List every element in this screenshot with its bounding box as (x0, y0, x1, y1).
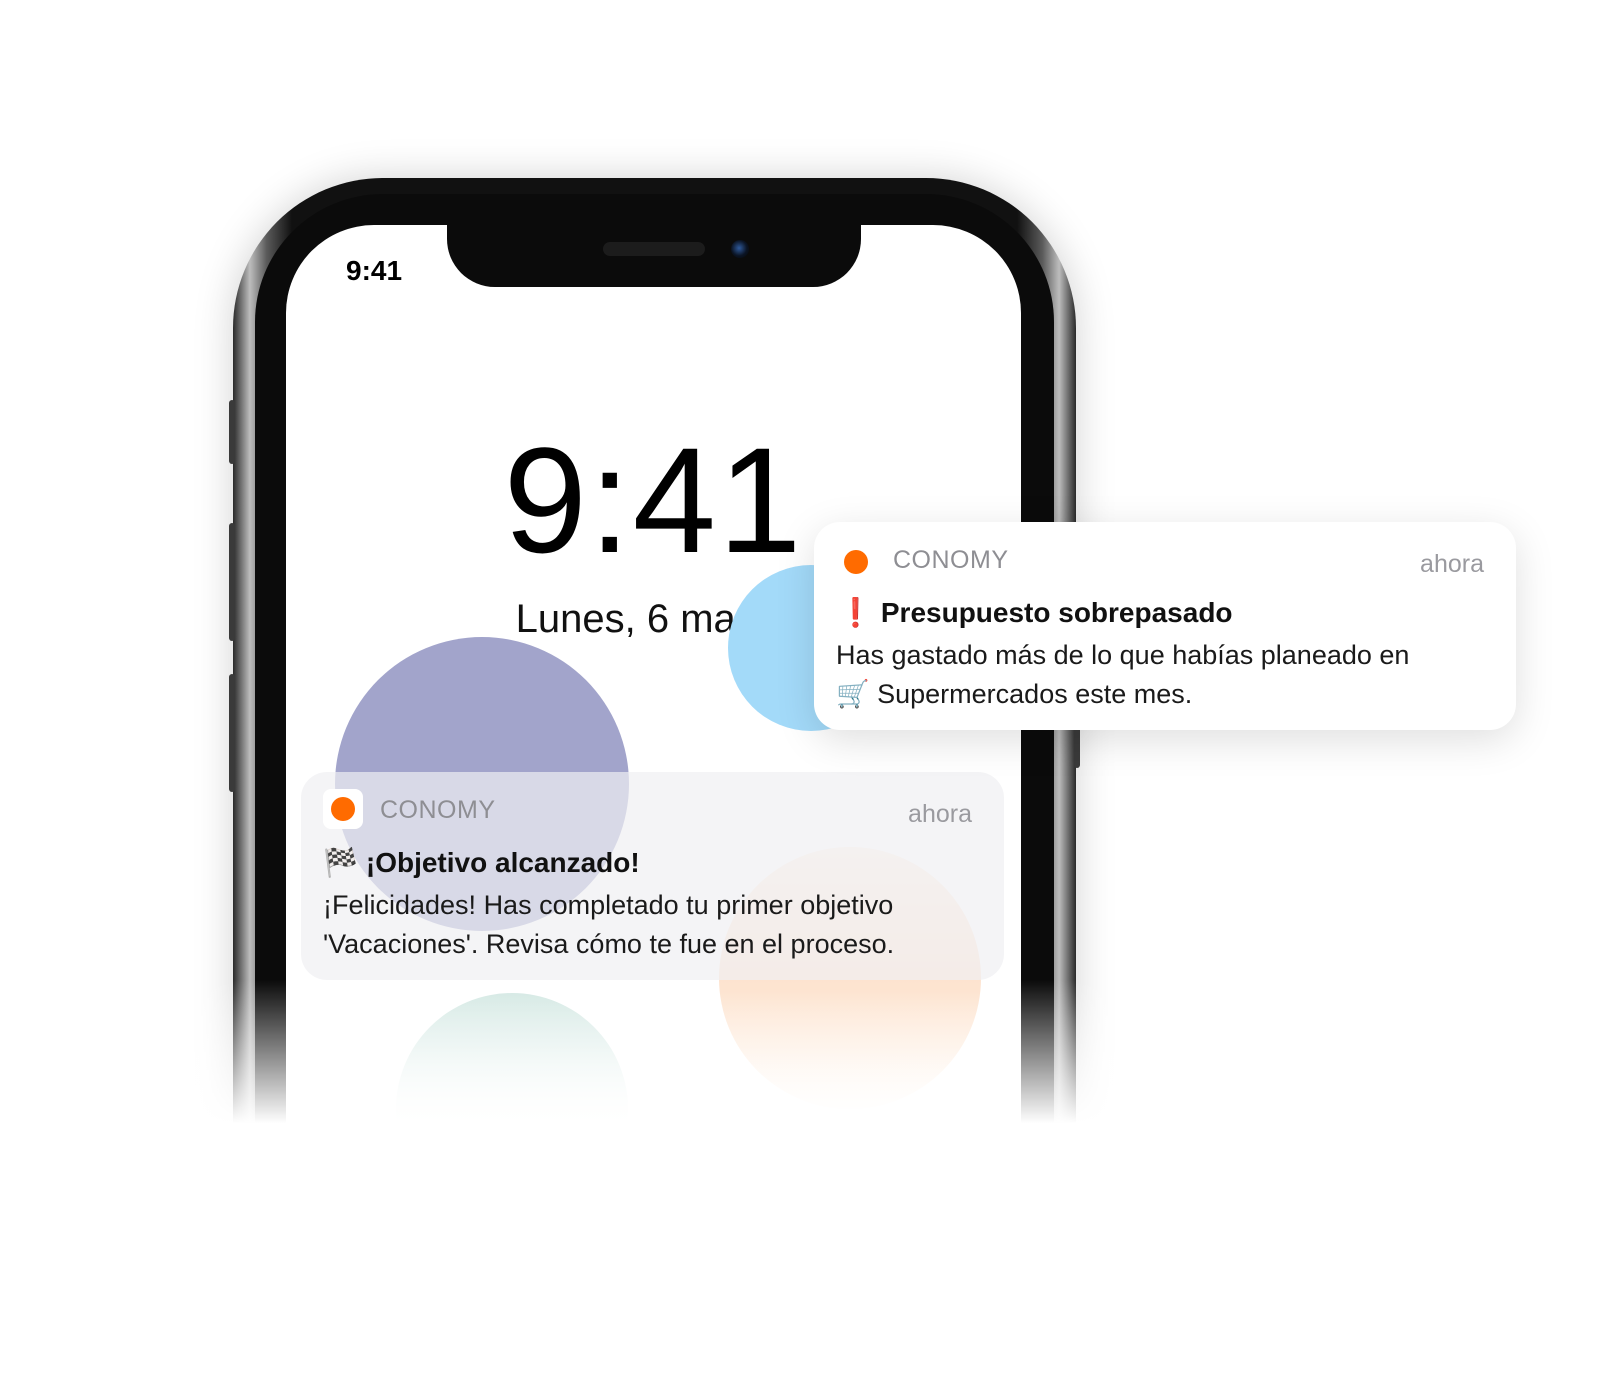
notification-body: Has gastado más de lo que habías planead… (836, 636, 1409, 714)
speaker-grille (603, 242, 705, 256)
bottom-fade (0, 980, 1602, 1390)
notification-app-name: CONOMY (893, 546, 1009, 574)
notification-body-line: Has gastado más de lo que habías planead… (836, 640, 1410, 670)
checkered-flag-icon: 🏁 (323, 847, 358, 878)
notification-goal-reached[interactable]: CONOMY ahora 🏁 ¡Objetivo alcanzado! ¡Feli… (301, 772, 1004, 980)
front-camera-icon (731, 240, 749, 258)
volume-down-button (229, 674, 235, 792)
notification-app-name: CONOMY (380, 796, 496, 824)
exclamation-icon: ❗ (838, 597, 873, 628)
notification-title: ❗ Presupuesto sobrepasado (838, 596, 1233, 629)
notification-title-text: ¡Objetivo alcanzado! (365, 847, 640, 878)
notification-body-line: 🛒 Supermercados este mes. (836, 679, 1193, 709)
mute-switch (229, 400, 235, 464)
notification-body-line: ¡Felicidades! Has completado tu primer o… (323, 890, 894, 920)
notification-body: ¡Felicidades! Has completado tu primer o… (323, 886, 894, 964)
notification-title: 🏁 ¡Objetivo alcanzado! (323, 846, 640, 879)
conomy-app-icon (836, 542, 876, 582)
notification-budget-exceeded[interactable]: CONOMY ahora ❗ Presupuesto sobrepasado Ha… (814, 522, 1516, 730)
status-bar-time: 9:41 (346, 255, 403, 286)
conomy-app-icon (323, 789, 363, 829)
orange-dot-icon (844, 550, 868, 574)
notification-body-line: 'Vacaciones'. Revisa cómo te fue en el p… (323, 929, 895, 959)
notification-time: ahora (1420, 550, 1484, 578)
notification-title-text: Presupuesto sobrepasado (880, 597, 1233, 628)
notification-time: ahora (908, 800, 972, 828)
volume-up-button (229, 523, 235, 641)
orange-dot-icon (331, 797, 355, 821)
notch (447, 225, 861, 287)
